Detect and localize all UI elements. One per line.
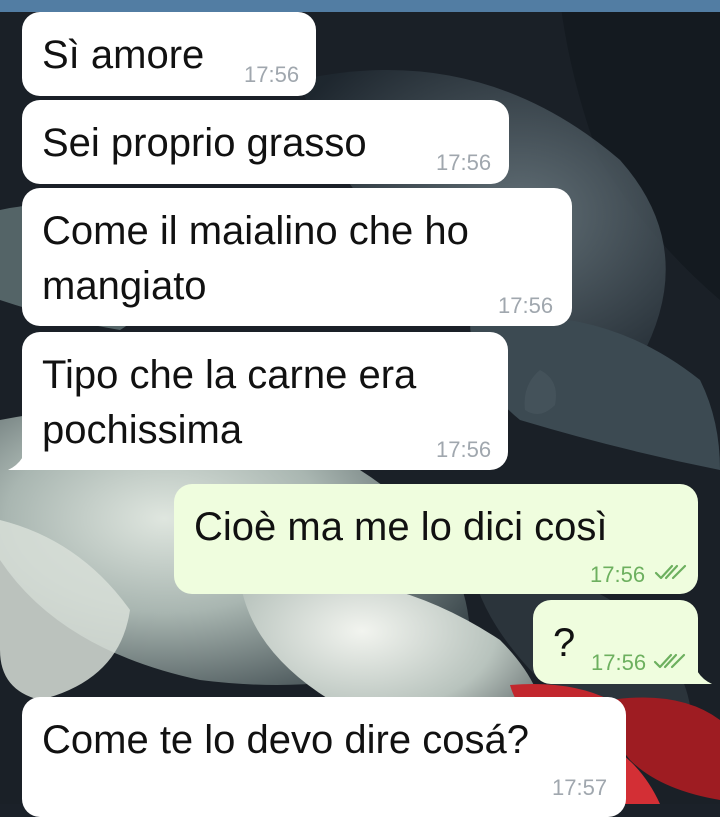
message-time: 17:56 xyxy=(436,437,492,462)
message-text-line-1: Tipo che la carne era xyxy=(42,353,417,397)
message-text-line-2: pochissima xyxy=(42,408,243,452)
double-check-icon xyxy=(653,653,686,669)
message-text: Cioè ma me lo dici così xyxy=(194,505,608,549)
message-bubble-incoming[interactable]: Tipo che la carne era pochissima 17:56 xyxy=(22,332,508,470)
message-bubble-incoming[interactable]: Sì amore 17:56 xyxy=(22,12,316,96)
message-bubble-incoming[interactable]: Come il maialino che ho mangiato 17:56 xyxy=(22,188,572,326)
message-text: Come te lo devo dire cosá? xyxy=(42,718,529,762)
message-bubble-incoming[interactable]: Sei proprio grasso 17:56 xyxy=(22,100,509,184)
message-time: 17:56 xyxy=(436,150,492,175)
message-text: Sei proprio grasso xyxy=(42,121,367,165)
double-check-icon xyxy=(654,564,687,580)
message-text: Sì amore xyxy=(42,33,205,77)
status-bar xyxy=(0,0,720,12)
message-time: 17:56 xyxy=(590,562,646,587)
message-time: 17:57 xyxy=(552,775,608,800)
message-time: 17:56 xyxy=(244,62,300,87)
message-text-line-2: mangiato xyxy=(42,264,207,308)
message-bubble-incoming[interactable]: Come te lo devo dire cosá? 17:57 xyxy=(22,697,626,817)
message-text-line-1: Come il maialino che ho xyxy=(42,209,469,253)
message-bubble-outgoing[interactable]: Cioè ma me lo dici così 17:56 xyxy=(174,484,698,594)
message-time: 17:56 xyxy=(591,650,647,675)
message-time: 17:56 xyxy=(498,293,554,318)
message-bubble-outgoing[interactable]: ? 17:56 xyxy=(533,600,698,684)
message-text: ? xyxy=(553,621,576,665)
